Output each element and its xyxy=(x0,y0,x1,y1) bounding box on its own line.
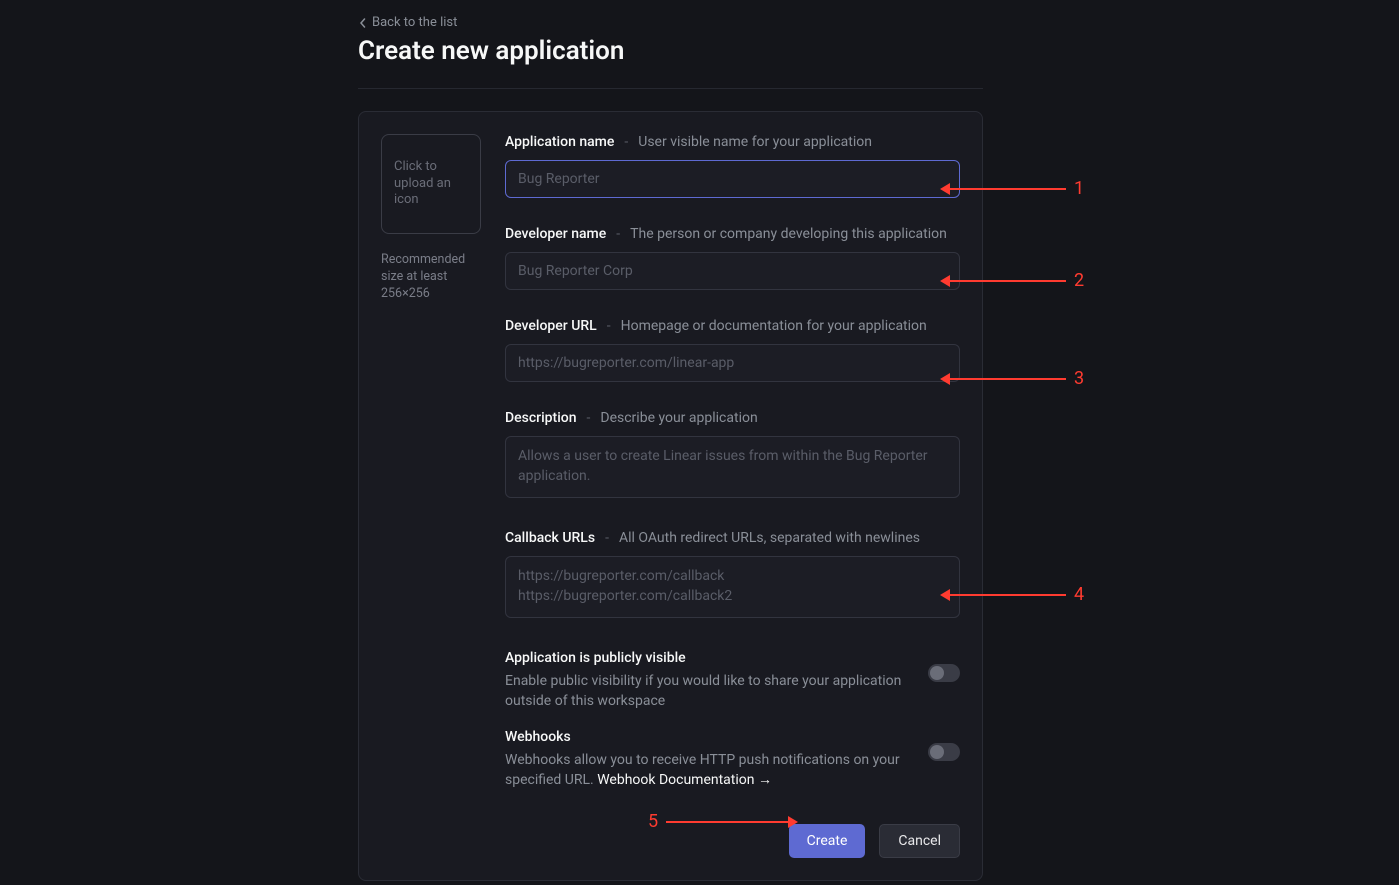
toggle-webhooks: Webhooks Webhooks allow you to receive H… xyxy=(505,729,960,790)
description-input[interactable] xyxy=(505,436,960,498)
label-dash: - xyxy=(616,226,620,242)
icon-upload-prompt: Click to upload an icon xyxy=(394,159,468,210)
icon-upload-note: Recommended size at least 256×256 xyxy=(381,252,481,303)
dev-url-input[interactable] xyxy=(505,344,960,382)
field-dev-name: Developer name - The person or company d… xyxy=(505,226,960,290)
webhooks-toggle[interactable] xyxy=(928,743,960,761)
label-dash: - xyxy=(607,318,611,334)
callbacks-label: Callback URLs xyxy=(505,530,595,546)
app-name-hint: User visible name for your application xyxy=(638,134,872,150)
form-card: Click to upload an icon Recommended size… xyxy=(358,111,983,881)
dev-url-label: Developer URL xyxy=(505,318,597,334)
fields-column: Application name - User visible name for… xyxy=(505,134,960,858)
callbacks-hint: All OAuth redirect URLs, separated with … xyxy=(619,530,920,546)
form-container: Back to the list Create new application … xyxy=(358,0,983,881)
field-callbacks: Callback URLs - All OAuth redirect URLs,… xyxy=(505,530,960,622)
description-label: Description xyxy=(505,410,577,426)
page-title: Create new application xyxy=(358,36,983,89)
field-description: Description - Describe your application xyxy=(505,410,960,502)
dev-url-hint: Homepage or documentation for your appli… xyxy=(621,318,927,334)
field-app-name: Application name - User visible name for… xyxy=(505,134,960,198)
dev-name-label: Developer name xyxy=(505,226,606,242)
webhooks-title: Webhooks xyxy=(505,729,905,745)
icon-column: Click to upload an icon Recommended size… xyxy=(381,134,481,858)
public-desc: Enable public visibility if you would li… xyxy=(505,672,905,711)
description-hint: Describe your application xyxy=(600,410,757,426)
label-dash: - xyxy=(605,530,609,546)
app-name-input[interactable] xyxy=(505,160,960,198)
chevron-left-icon xyxy=(358,18,368,28)
toggle-public-visibility: Application is publicly visible Enable p… xyxy=(505,650,960,711)
button-row: Create Cancel xyxy=(505,824,960,858)
callbacks-input[interactable] xyxy=(505,556,960,618)
webhooks-desc: Webhooks allow you to receive HTTP push … xyxy=(505,751,905,790)
public-title: Application is publicly visible xyxy=(505,650,905,666)
public-toggle[interactable] xyxy=(928,664,960,682)
dev-name-input[interactable] xyxy=(505,252,960,290)
dev-name-hint: The person or company developing this ap… xyxy=(630,226,947,242)
create-button[interactable]: Create xyxy=(789,824,866,858)
label-dash: - xyxy=(624,134,628,150)
cancel-button[interactable]: Cancel xyxy=(879,824,960,858)
back-link-label: Back to the list xyxy=(372,15,457,30)
app-name-label: Application name xyxy=(505,134,614,150)
label-dash: - xyxy=(587,410,591,426)
field-dev-url: Developer URL - Homepage or documentatio… xyxy=(505,318,960,382)
webhooks-doc-link[interactable]: Webhook Documentation → xyxy=(597,772,772,788)
back-link[interactable]: Back to the list xyxy=(358,15,457,36)
icon-upload-area[interactable]: Click to upload an icon xyxy=(381,134,481,234)
